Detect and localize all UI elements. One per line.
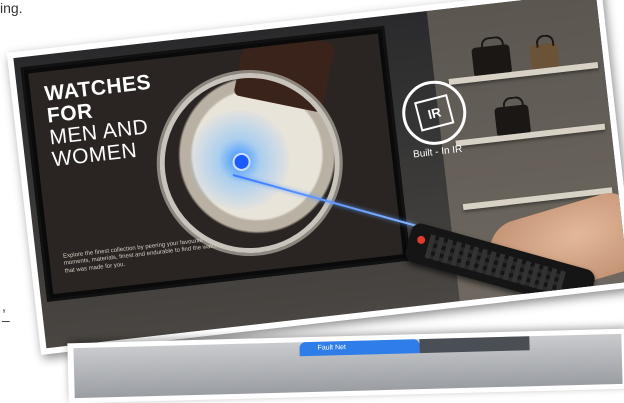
watch-ad: WATCHES FOR MEN AND WOMEN Explore the fi… bbox=[28, 33, 404, 295]
store-scene: WATCHES FOR MEN AND WOMEN Explore the fi… bbox=[13, 0, 624, 349]
ad-caption: Explore the finest collection by peering… bbox=[62, 237, 219, 275]
power-button-icon bbox=[416, 234, 427, 245]
edge-text-top: ing. bbox=[0, 0, 23, 16]
promo-photo: WATCHES FOR MEN AND WOMEN Explore the fi… bbox=[6, 0, 624, 355]
edge-text-dash: – bbox=[2, 312, 10, 328]
blue-tab: Fault Net bbox=[299, 339, 420, 357]
handbag-image bbox=[529, 42, 560, 70]
second-photo-content: Fault Net bbox=[73, 333, 623, 399]
dark-tab bbox=[419, 336, 530, 354]
handbag-image bbox=[494, 104, 532, 136]
ad-headline: WATCHES FOR MEN AND WOMEN bbox=[43, 71, 159, 172]
shelf bbox=[448, 61, 599, 85]
handbag-image bbox=[471, 43, 513, 77]
display-screen: WATCHES FOR MEN AND WOMEN Explore the fi… bbox=[20, 25, 411, 302]
ir-icon-text: IR bbox=[414, 94, 455, 132]
